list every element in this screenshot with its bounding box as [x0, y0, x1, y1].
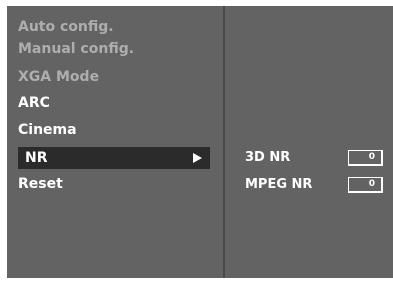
mpeg-nr-value-field[interactable]: 0: [348, 177, 383, 193]
menu-item-cinema[interactable]: Cinema: [18, 119, 77, 141]
submenu-item-mpeg-nr[interactable]: MPEG NR: [245, 175, 312, 195]
submenu-arrow-icon: [193, 153, 202, 163]
3d-nr-value-field[interactable]: 0: [348, 150, 383, 166]
submenu-panel: [225, 6, 393, 278]
menu-item-auto-config[interactable]: Auto config.: [18, 16, 114, 38]
osd-frame: Auto config. Manual config. XGA Mode ARC…: [0, 0, 393, 284]
menu-item-xga-mode[interactable]: XGA Mode: [18, 66, 99, 88]
menu-item-reset[interactable]: Reset: [18, 173, 63, 195]
submenu-item-3d-nr[interactable]: 3D NR: [245, 148, 290, 168]
menu-item-manual-config[interactable]: Manual config.: [18, 38, 134, 60]
menu-item-arc[interactable]: ARC: [18, 92, 50, 114]
menu-item-nr[interactable]: NR: [18, 147, 210, 169]
3d-nr-value: 0: [368, 152, 375, 162]
menu-item-nr-label: NR: [25, 150, 48, 166]
mpeg-nr-value: 0: [368, 179, 375, 189]
